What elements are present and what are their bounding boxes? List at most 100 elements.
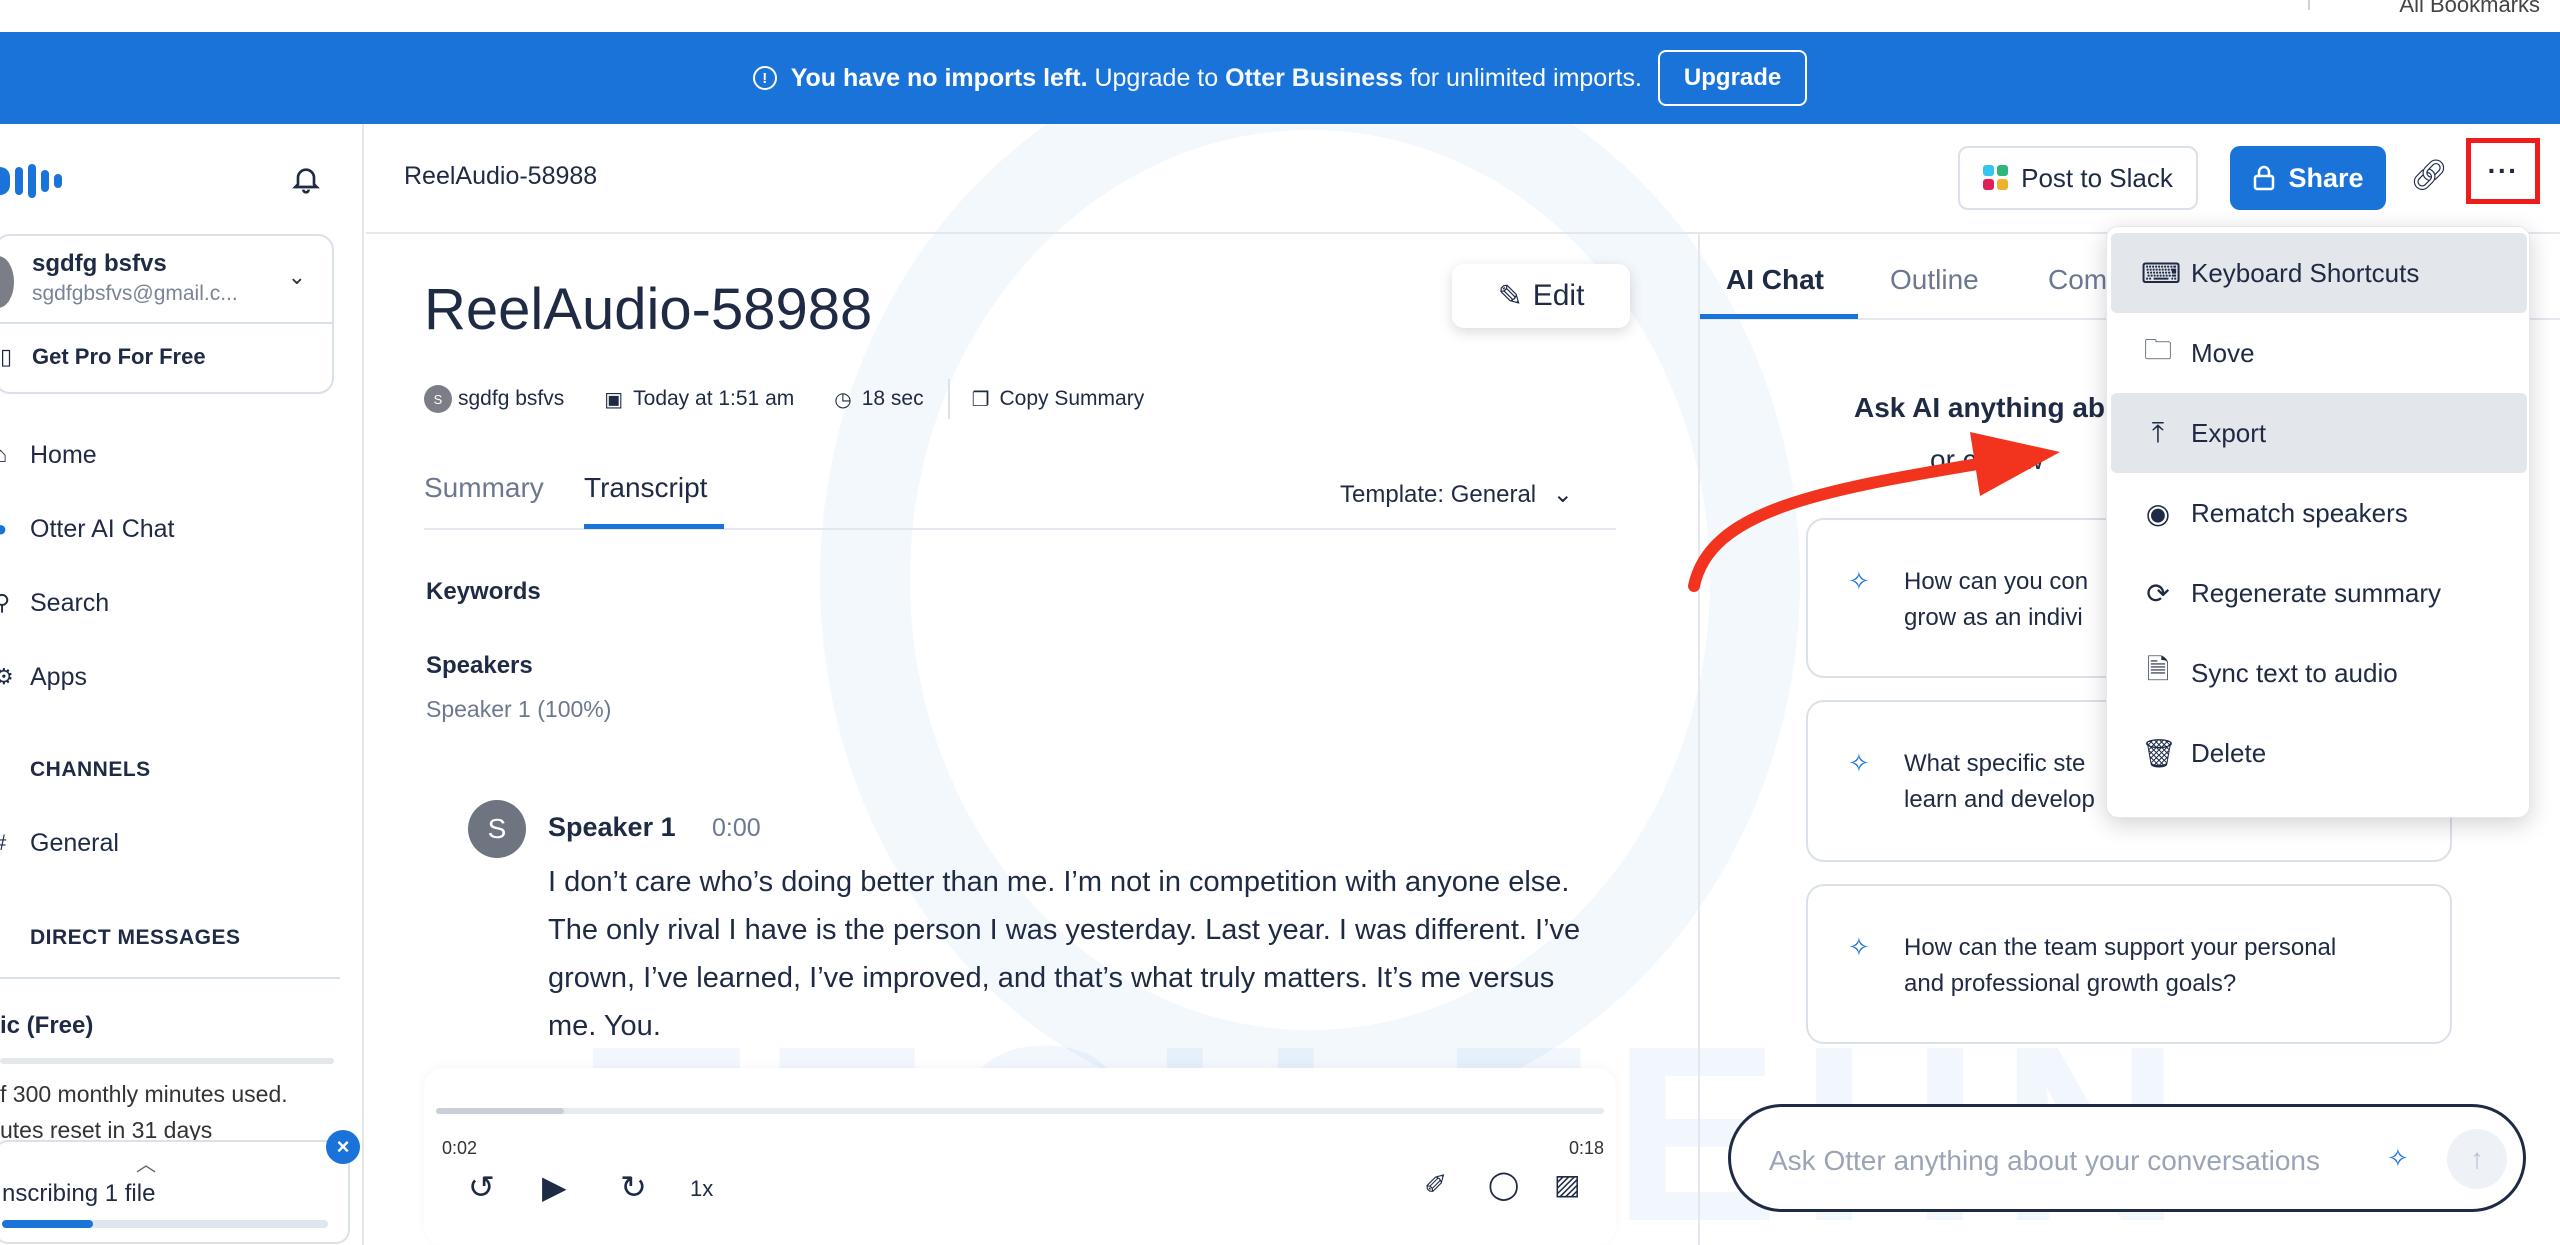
- menu-item-rematch-speakers[interactable]: ◉ Rematch speakers: [2111, 473, 2527, 553]
- menu-item-delete[interactable]: 🗑︎ Delete: [2111, 713, 2527, 793]
- search-icon: ⚲: [0, 590, 11, 615]
- active-tab-indicator: [1700, 314, 1858, 319]
- user-card[interactable]: sgdfg bsfvs sgdfgbsfvs@gmail.c... ⌄ ▯ Ge…: [0, 234, 334, 394]
- menu-item-label: Move: [2191, 337, 2255, 368]
- sparkle-icon: ✧: [1848, 566, 1870, 596]
- slack-icon: [1983, 165, 2009, 191]
- sidebar-item-general[interactable]: # General: [0, 818, 360, 868]
- meta-divider: [947, 379, 950, 419]
- tab-outline[interactable]: Outline: [1890, 264, 1979, 296]
- tab-summary[interactable]: Summary: [424, 472, 544, 504]
- speaker-name[interactable]: Speaker 1: [548, 812, 676, 843]
- template-label: Template:: [1340, 481, 1445, 508]
- note-duration: 18 sec: [861, 387, 924, 410]
- rewind-5-icon[interactable]: ↺: [468, 1168, 495, 1206]
- export-icon: ⤒: [2151, 416, 2165, 448]
- bookmark-separator: [2308, 0, 2310, 10]
- menu-item-label: Sync text to audio: [2191, 657, 2398, 688]
- share-button[interactable]: Share: [2230, 146, 2386, 210]
- banner-post-text: for unlimited imports.: [1402, 63, 1642, 92]
- close-icon[interactable]: ×: [326, 1130, 360, 1164]
- usage-line-1: f 300 monthly minutes used.: [0, 1081, 288, 1107]
- copy-icon: ❐: [971, 388, 990, 411]
- play-icon[interactable]: ▶: [542, 1168, 567, 1206]
- banner-brand-text: Otter Business: [1225, 63, 1403, 92]
- playback-track[interactable]: [436, 1108, 1604, 1114]
- ask-otter-input[interactable]: Ask Otter anything about your conversati…: [1728, 1104, 2526, 1212]
- sidebar-item-home[interactable]: ⌂ Home: [0, 430, 360, 480]
- edit-button[interactable]: ✎ Edit: [1452, 264, 1630, 328]
- note-header: ReelAudio-58988 Post to Slack Share 🔗︎ ·…: [366, 124, 2560, 234]
- all-bookmarks-link[interactable]: All Bookmarks: [2399, 0, 2540, 18]
- sidebar-item-label: General: [30, 828, 119, 857]
- post-to-slack-label: Post to Slack: [2021, 162, 2173, 193]
- chevron-up-icon[interactable]: ︿: [136, 1148, 156, 1177]
- menu-item-sync-text-to-audio[interactable]: 🗎︎ Sync text to audio: [2111, 633, 2527, 713]
- suggestion-line: and professional growth goals?: [1904, 970, 2237, 997]
- transcribing-text: nscribing 1 file: [2, 1180, 156, 1207]
- transcribe-progress-fill: [2, 1220, 94, 1228]
- speed-button[interactable]: 1x: [690, 1176, 713, 1202]
- card-divider: [0, 322, 332, 324]
- sidebar-item-otter-ai-chat[interactable]: ● Otter AI Chat: [0, 504, 360, 554]
- sidebar-item-label: Home: [30, 440, 97, 469]
- upgrade-button[interactable]: Upgrade: [1657, 50, 1808, 106]
- tab-transcript[interactable]: Transcript: [584, 472, 707, 504]
- user-name: sgdfg bsfvs: [32, 250, 167, 277]
- get-pro-link[interactable]: Get Pro For Free: [32, 344, 206, 370]
- copy-summary-button[interactable]: Copy Summary: [1000, 387, 1145, 411]
- sidebar-item-label: Otter AI Chat: [30, 514, 175, 543]
- user-email: sgdfgbsfvs@gmail.c...: [32, 282, 238, 305]
- speaker-timestamp[interactable]: 0:00: [712, 814, 761, 843]
- sync-file-icon: 🗎︎: [2146, 654, 2170, 685]
- bell-icon[interactable]: [290, 162, 322, 196]
- clock-icon: ◷: [834, 388, 852, 411]
- sparkle-icon: ✧: [2387, 1143, 2409, 1173]
- chevron-down-icon[interactable]: ⌄: [288, 264, 306, 290]
- tab-ai-chat[interactable]: AI Chat: [1726, 264, 1824, 296]
- highlight-icon[interactable]: ✐: [1424, 1168, 1447, 1201]
- folder-move-icon: 🗀︎: [2143, 334, 2172, 365]
- comment-icon[interactable]: ◯: [1488, 1168, 1519, 1201]
- menu-item-label: Keyboard Shortcuts: [2191, 257, 2420, 288]
- menu-item-keyboard-shortcuts[interactable]: ⌨ Keyboard Shortcuts: [2111, 233, 2527, 313]
- page-title: ReelAudio-58988: [424, 277, 873, 342]
- menu-item-regenerate-summary[interactable]: ⟳ Regenerate summary: [2111, 553, 2527, 633]
- template-value: General: [1450, 481, 1537, 508]
- forward-5-icon[interactable]: ↻: [620, 1168, 647, 1206]
- sidebar-item-search[interactable]: ⚲ Search: [0, 578, 360, 628]
- banner-bold-text: You have no imports left.: [790, 63, 1088, 92]
- playback-progress: [436, 1108, 565, 1114]
- sidebar-item-apps[interactable]: ⚙ Apps: [0, 652, 360, 702]
- suggestion-card[interactable]: ✧ How can the team support your personal…: [1806, 884, 2452, 1044]
- ask-otter-placeholder: Ask Otter anything about your conversati…: [1769, 1145, 2320, 1176]
- trash-icon: 🗑︎: [2141, 737, 2177, 769]
- chevron-down-icon: ⌄: [1552, 481, 1573, 508]
- template-select[interactable]: Template: General ⌄: [1340, 480, 1573, 509]
- imports-banner: ! You have no imports left. Upgrade to O…: [0, 32, 2560, 124]
- menu-item-export[interactable]: ⤒ Export: [2111, 393, 2527, 473]
- channels-heading: CHANNELS: [30, 758, 151, 781]
- tab-comments[interactable]: Com: [2048, 264, 2107, 296]
- note-meta: S sgdfg bsfvs ▣ Today at 1:51 am ◷ 18 se…: [424, 379, 1145, 419]
- direct-messages-heading: DIRECT MESSAGES: [30, 926, 241, 949]
- transcribing-status[interactable]: ︿ nscribing 1 file: [0, 1140, 350, 1244]
- otter-logo[interactable]: [0, 164, 62, 198]
- owner-avatar: S: [424, 385, 452, 413]
- image-icon[interactable]: ▨: [1554, 1168, 1580, 1201]
- plan-usage-bar: [0, 1058, 334, 1064]
- more-options-button[interactable]: ···: [2466, 138, 2540, 204]
- owner-name[interactable]: sgdfg bsfvs: [458, 387, 564, 411]
- avatar: [0, 256, 14, 308]
- banner-pre-text: Upgrade to: [1087, 63, 1226, 92]
- transcript-text[interactable]: I don’t care who’s doing better than me.…: [548, 858, 1608, 1050]
- speaker-avatar: S: [468, 800, 526, 858]
- keywords-heading: Keywords: [426, 578, 541, 605]
- link-icon[interactable]: 🔗︎: [2410, 158, 2448, 193]
- post-to-slack-button[interactable]: Post to Slack: [1958, 146, 2198, 210]
- speakers-value[interactable]: Speaker 1 (100%): [426, 696, 611, 723]
- plan-divider: [0, 977, 340, 979]
- send-arrow-icon[interactable]: ↑: [2447, 1129, 2507, 1189]
- menu-item-move[interactable]: 🗀︎ Move: [2111, 313, 2527, 393]
- usage-text: f 300 monthly minutes used. utes reset i…: [0, 1076, 288, 1148]
